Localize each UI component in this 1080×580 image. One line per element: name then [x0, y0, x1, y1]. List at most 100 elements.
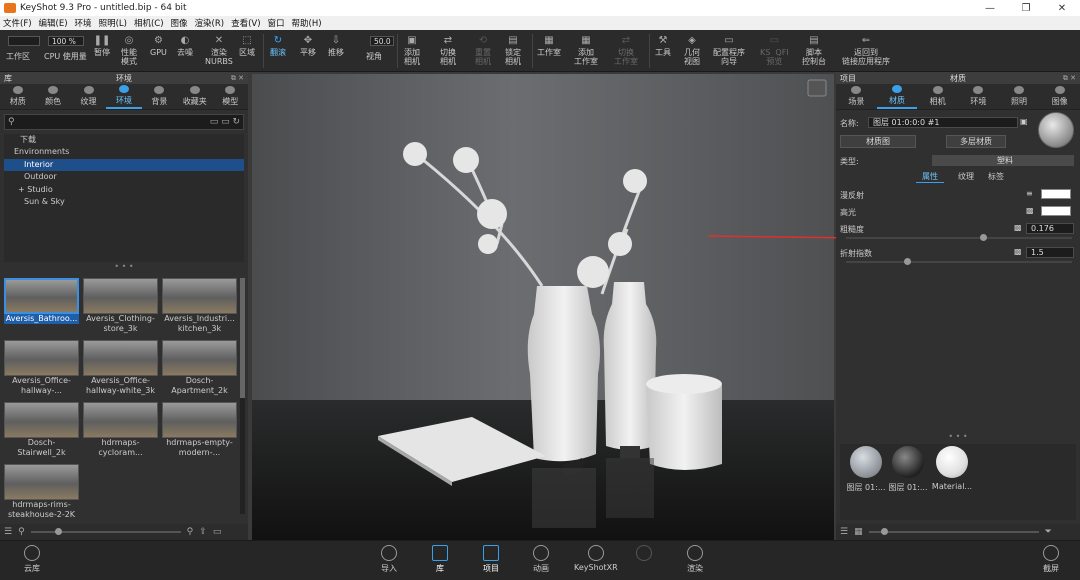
- thumbnail-item[interactable]: hdrmaps- cycloram...: [83, 402, 158, 458]
- viewport-overlay-icon[interactable]: [807, 79, 827, 97]
- subtab-textures[interactable]: 纹理: [958, 171, 974, 183]
- thumbnail-item[interactable]: Dosch- Apartment_2k: [162, 340, 237, 396]
- fov-button[interactable]: 视角: [366, 52, 382, 61]
- tab-image[interactable]: 图像: [1039, 84, 1080, 109]
- zoom-in-icon[interactable]: ⚲: [187, 527, 194, 537]
- performance-mode-button[interactable]: ◎ 性能 模式: [121, 34, 137, 66]
- disabled-tool-button[interactable]: [636, 545, 652, 563]
- material-item[interactable]: Material...: [930, 446, 974, 491]
- panel-float-close-icon[interactable]: ⧉ ✕: [1063, 74, 1076, 83]
- maximize-button[interactable]: ❐: [1008, 0, 1044, 16]
- menu-view[interactable]: 查看(V): [231, 17, 260, 29]
- animation-button[interactable]: 动画: [533, 545, 549, 574]
- cloud-library-button[interactable]: 云库: [24, 545, 40, 574]
- panel-float-close-icon[interactable]: ⧉ ✕: [231, 74, 244, 83]
- library-search-input[interactable]: ⚲ ▭ ▭ ↻: [4, 114, 244, 130]
- gpu-button[interactable]: ⚙ GPU: [150, 34, 167, 57]
- material-item[interactable]: 图层 01:...: [888, 446, 928, 493]
- dolly-button[interactable]: ⇩ 推移: [328, 34, 344, 57]
- save-material-icon[interactable]: ▣: [1020, 117, 1028, 126]
- refractive-index-field[interactable]: 1.5: [1026, 247, 1074, 258]
- ior-texture-icon[interactable]: ▩: [1014, 247, 1022, 256]
- tree-item-sun-sky[interactable]: Sun & Sky: [4, 196, 244, 208]
- close-button[interactable]: ✕: [1044, 0, 1080, 16]
- render-nurbs-button[interactable]: ✕ 渲染 NURBS: [205, 34, 233, 66]
- menu-environment[interactable]: 环境: [75, 17, 92, 29]
- subtab-properties[interactable]: 属性: [916, 171, 944, 183]
- ks-preview-button[interactable]: ▭ KS QFI 预览: [760, 34, 789, 66]
- studio-button[interactable]: ▦ 工作室: [537, 34, 561, 57]
- thumbnail-item[interactable]: Aversis_Office- hallway-white_3k: [83, 340, 158, 396]
- return-to-linked-app-button[interactable]: ⇐ 返回到 链接应用程序: [842, 34, 890, 66]
- thumbnail-item[interactable]: Aversis_Bathroo...: [4, 278, 79, 324]
- workspace-button[interactable]: 工作区: [6, 52, 30, 61]
- menu-file[interactable]: 文件(F): [3, 17, 32, 29]
- menu-edit[interactable]: 编辑(E): [39, 17, 68, 29]
- denoise-button[interactable]: ◐ 去噪: [177, 34, 193, 57]
- tab-favorites[interactable]: 收藏夹: [177, 84, 212, 109]
- zoom-out-icon[interactable]: ⚲: [18, 527, 25, 537]
- pan-button[interactable]: ✥ 平移: [300, 34, 316, 57]
- fov-field[interactable]: 50.0: [370, 36, 394, 46]
- multi-material-button[interactable]: 多层材质: [946, 135, 1006, 148]
- menu-lighting[interactable]: 照明(L): [99, 17, 127, 29]
- cpu-usage-field[interactable]: 100 %: [48, 36, 84, 46]
- specular-texture-icon[interactable]: ▩: [1026, 206, 1034, 215]
- thumbnail-item[interactable]: Aversis_Office- hallway-...: [4, 340, 79, 396]
- tab-backgrounds[interactable]: 背景: [142, 84, 177, 109]
- tab-textures[interactable]: 纹理: [71, 84, 106, 109]
- tab-environments[interactable]: 环境: [106, 84, 142, 109]
- reset-camera-button[interactable]: ⟲ 重置 相机: [475, 34, 491, 66]
- splitter-handle[interactable]: • • •: [0, 263, 248, 272]
- import-button[interactable]: 导入: [381, 545, 397, 574]
- tab-models[interactable]: 模型: [213, 84, 248, 109]
- tools-button[interactable]: ⚒ 工具: [655, 34, 671, 57]
- tree-item-outdoor[interactable]: Outdoor: [4, 171, 244, 183]
- diffuse-color-swatch[interactable]: [1041, 189, 1071, 199]
- thumbnail-item[interactable]: hdrmaps-empty- modern-...: [162, 402, 237, 458]
- project-button[interactable]: 项目: [483, 545, 499, 574]
- tree-item-download[interactable]: 下载: [4, 134, 244, 146]
- lock-camera-button[interactable]: ▤ 锁定 相机: [505, 34, 521, 66]
- library-button[interactable]: 库: [432, 545, 448, 574]
- filter-icon[interactable]: ⏷: [1045, 527, 1052, 537]
- tab-colors[interactable]: 颜色: [35, 84, 70, 109]
- tab-scene[interactable]: 场景: [836, 84, 877, 109]
- geometry-view-button[interactable]: ◈ 几何 视图: [684, 34, 700, 66]
- keyshotxr-button[interactable]: KeyShotXR: [574, 545, 618, 572]
- material-type-dropdown[interactable]: 塑料: [932, 155, 1074, 166]
- menu-window[interactable]: 窗口: [268, 17, 285, 29]
- menu-help[interactable]: 帮助(H): [292, 17, 322, 29]
- roughness-value-field[interactable]: 0.176: [1026, 223, 1074, 234]
- thumbnail-item[interactable]: hdrmaps-rims- steakhouse-2-2K: [4, 464, 79, 518]
- add-studio-button[interactable]: ▦ 添加 工作室: [574, 34, 598, 66]
- grid-view-icon[interactable]: ▦: [854, 527, 863, 537]
- tree-item-studio[interactable]: + Studio: [4, 184, 244, 196]
- material-item[interactable]: 图层 01:...: [846, 446, 886, 493]
- subtab-labels[interactable]: 标签: [988, 171, 1004, 183]
- menu-image[interactable]: 图像: [171, 17, 188, 29]
- thumbnail-size-slider[interactable]: [30, 528, 181, 535]
- specular-color-swatch[interactable]: [1041, 206, 1071, 216]
- add-camera-button[interactable]: ▣ 添加 相机: [404, 34, 420, 66]
- list-view-icon[interactable]: ☰: [840, 527, 848, 537]
- thumbnail-item[interactable]: Dosch- Stairwell_2k: [4, 402, 79, 458]
- tab-material[interactable]: 材质: [876, 84, 918, 109]
- tab-lighting[interactable]: 照明: [999, 84, 1040, 109]
- thumbnail-item[interactable]: Aversis_Clothing- store_3k: [83, 278, 158, 334]
- diffuse-settings-icon[interactable]: ≡: [1026, 189, 1033, 198]
- upload-icon[interactable]: ⇪: [199, 527, 207, 537]
- workspace-dropdown[interactable]: [8, 36, 40, 46]
- configurator-wizard-button[interactable]: ▭ 配置程序 向导: [713, 34, 745, 66]
- region-button[interactable]: ⬚ 区域: [239, 34, 255, 57]
- menu-camera[interactable]: 相机(C): [134, 17, 164, 29]
- pause-button[interactable]: ❚❚ 暂停: [94, 34, 111, 57]
- folder-refresh-icons[interactable]: ▭ ▭ ↻: [210, 117, 240, 127]
- material-size-slider[interactable]: [868, 528, 1039, 535]
- roughness-texture-icon[interactable]: ▩: [1014, 223, 1022, 232]
- thumbnail-scrollbar[interactable]: [240, 278, 245, 514]
- thumbnail-item[interactable]: Aversis_Industri... kitchen_3k: [162, 278, 237, 334]
- import-icon[interactable]: ▭: [213, 527, 222, 537]
- render-button[interactable]: 渲染: [687, 545, 703, 574]
- material-graph-button[interactable]: 材质图: [840, 135, 916, 148]
